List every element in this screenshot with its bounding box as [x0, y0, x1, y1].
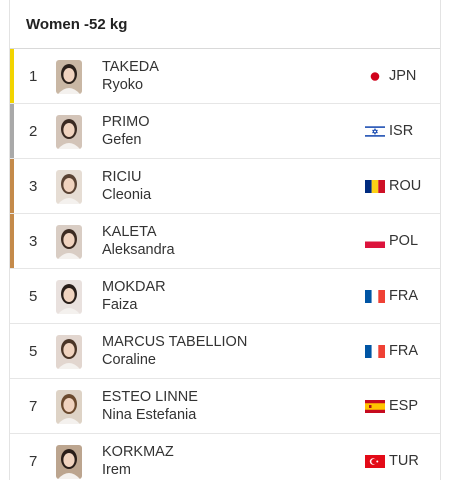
athlete-first-name[interactable]: Nina Estefania [102, 406, 198, 424]
athlete-last-name[interactable]: MARCUS TABELLION [102, 333, 247, 351]
athlete-name[interactable]: PRIMO Gefen [102, 113, 150, 149]
athlete-photo[interactable] [56, 170, 82, 204]
athlete-last-name[interactable]: PRIMO [102, 113, 150, 131]
isr-flag-icon [365, 124, 385, 138]
country-code: POL [389, 233, 419, 249]
rank: 7 [29, 397, 38, 415]
athlete-last-name[interactable]: ESTEO LINNE [102, 388, 198, 406]
athlete-last-name[interactable]: RICIU [102, 168, 151, 186]
medal-indicator [10, 214, 14, 268]
results-panel: Women -52 kg 1 TAKEDA Ryoko JPN 2 PRIMO Gefen I… [9, 0, 441, 480]
athlete-first-name[interactable]: Faiza [102, 296, 166, 314]
athlete-first-name[interactable]: Gefen [102, 131, 150, 149]
medal-indicator [10, 49, 14, 103]
athlete-name[interactable]: KORKMAZ Irem [102, 443, 174, 479]
rank: 3 [29, 177, 38, 195]
athlete-last-name[interactable]: KALETA [102, 223, 175, 241]
rank: 5 [29, 342, 38, 360]
athlete-photo[interactable] [56, 115, 82, 149]
athlete-last-name[interactable]: TAKEDA [102, 58, 159, 76]
results-list: 1 TAKEDA Ryoko JPN 2 PRIMO Gefen ISR 3 RICIU Cleon… [10, 49, 440, 480]
athlete-last-name[interactable]: KORKMAZ [102, 443, 174, 461]
athlete-photo[interactable] [56, 280, 82, 314]
athlete-first-name[interactable]: Cleonia [102, 186, 151, 204]
country: FRA [365, 269, 422, 323]
rou-flag-icon [365, 179, 385, 193]
country: JPN [365, 49, 422, 103]
result-row[interactable]: 5 MARCUS TABELLION Coraline FRA [10, 324, 440, 379]
result-row[interactable]: 7 ESTEO LINNE Nina Estefania ESP [10, 379, 440, 434]
medal-indicator [10, 104, 14, 158]
country-code: ISR [389, 123, 414, 139]
fra-flag-icon [365, 344, 385, 358]
country: ISR [365, 104, 422, 158]
rank: 7 [29, 452, 38, 470]
athlete-photo[interactable] [56, 445, 82, 479]
rank: 1 [29, 67, 38, 85]
athlete-name[interactable]: KALETA Aleksandra [102, 223, 175, 259]
athlete-name[interactable]: TAKEDA Ryoko [102, 58, 159, 94]
athlete-name[interactable]: ESTEO LINNE Nina Estefania [102, 388, 198, 424]
result-row[interactable]: 3 RICIU Cleonia ROU [10, 159, 440, 214]
athlete-first-name[interactable]: Aleksandra [102, 241, 175, 259]
rank: 3 [29, 232, 38, 250]
country-code: TUR [389, 453, 419, 469]
fra-flag-icon [365, 289, 385, 303]
rank: 5 [29, 287, 38, 305]
category-title: Women -52 kg [10, 0, 440, 49]
result-row[interactable]: 5 MOKDAR Faiza FRA [10, 269, 440, 324]
country: POL [365, 214, 422, 268]
athlete-name[interactable]: MARCUS TABELLION Coraline [102, 333, 247, 369]
rank: 2 [29, 122, 38, 140]
athlete-photo[interactable] [56, 225, 82, 259]
country-code: ESP [389, 398, 419, 414]
country: ROU [365, 159, 422, 213]
athlete-first-name[interactable]: Coraline [102, 351, 247, 369]
result-row[interactable]: 2 PRIMO Gefen ISR [10, 104, 440, 159]
medal-indicator [10, 159, 14, 213]
pol-flag-icon [365, 234, 385, 248]
athlete-first-name[interactable]: Ryoko [102, 76, 159, 94]
athlete-name[interactable]: RICIU Cleonia [102, 168, 151, 204]
athlete-photo[interactable] [56, 60, 82, 94]
athlete-name[interactable]: MOKDAR Faiza [102, 278, 166, 314]
esp-flag-icon [365, 399, 385, 413]
country-code: ROU [389, 178, 422, 194]
athlete-photo[interactable] [56, 390, 82, 424]
result-row[interactable]: 7 KORKMAZ Irem TUR [10, 434, 440, 480]
country: FRA [365, 324, 422, 378]
country: ESP [365, 379, 422, 433]
tur-flag-icon [365, 454, 385, 468]
country-code: FRA [389, 343, 418, 359]
athlete-last-name[interactable]: MOKDAR [102, 278, 166, 296]
country-code: FRA [389, 288, 418, 304]
jpn-flag-icon [365, 70, 385, 83]
country-code: JPN [389, 68, 417, 84]
athlete-first-name[interactable]: Irem [102, 461, 174, 479]
athlete-photo[interactable] [56, 335, 82, 369]
country: TUR [365, 434, 422, 480]
result-row[interactable]: 3 KALETA Aleksandra POL [10, 214, 440, 269]
result-row[interactable]: 1 TAKEDA Ryoko JPN [10, 49, 440, 104]
